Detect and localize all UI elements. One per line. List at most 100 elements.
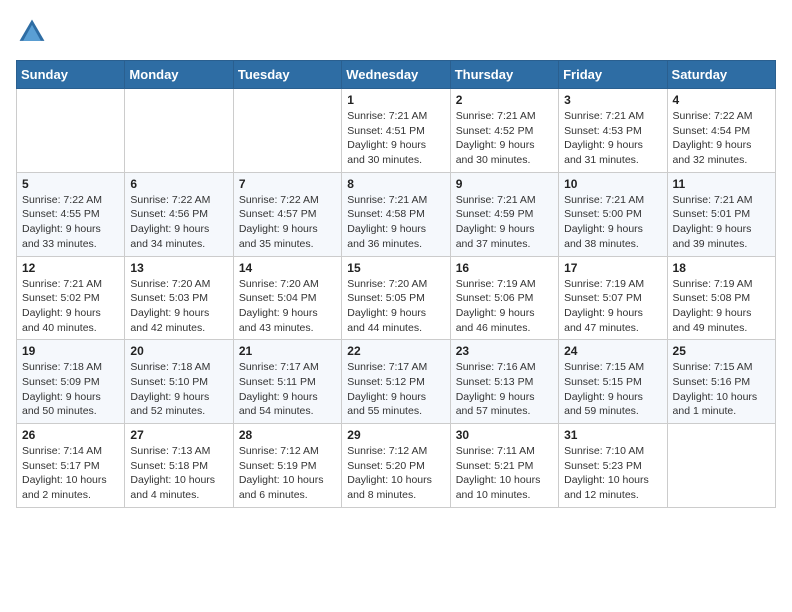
calendar-cell: 23 Sunrise: 7:16 AM Sunset: 5:13 PM Dayli… [450, 340, 558, 424]
calendar-cell: 16 Sunrise: 7:19 AM Sunset: 5:06 PM Dayli… [450, 256, 558, 340]
day-number: 16 [456, 261, 553, 275]
calendar-cell: 15 Sunrise: 7:20 AM Sunset: 5:05 PM Dayli… [342, 256, 450, 340]
day-info: Sunrise: 7:18 AM Sunset: 5:09 PM Dayligh… [22, 360, 119, 419]
day-number: 18 [673, 261, 770, 275]
day-info: Sunrise: 7:10 AM Sunset: 5:23 PM Dayligh… [564, 444, 661, 503]
day-number: 22 [347, 344, 444, 358]
calendar-week-row: 26 Sunrise: 7:14 AM Sunset: 5:17 PM Dayli… [17, 424, 776, 508]
calendar-cell: 21 Sunrise: 7:17 AM Sunset: 5:11 PM Dayli… [233, 340, 341, 424]
day-number: 30 [456, 428, 553, 442]
calendar-cell: 22 Sunrise: 7:17 AM Sunset: 5:12 PM Dayli… [342, 340, 450, 424]
calendar-cell: 14Sunrise: 7:20 AM Sunset: 5:04 PM Dayli… [233, 256, 341, 340]
day-number: 7 [239, 177, 336, 191]
day-info: Sunrise: 7:13 AM Sunset: 5:18 PM Dayligh… [130, 444, 227, 503]
day-info: Sunrise: 7:17 AM Sunset: 5:11 PM Dayligh… [239, 360, 336, 419]
calendar-week-row: 5Sunrise: 7:22 AM Sunset: 4:55 PM Daylig… [17, 172, 776, 256]
calendar-table: SundayMondayTuesdayWednesdayThursdayFrid… [16, 60, 776, 508]
day-number: 25 [673, 344, 770, 358]
day-number: 6 [130, 177, 227, 191]
calendar-cell: 24 Sunrise: 7:15 AM Sunset: 5:15 PM Dayli… [559, 340, 667, 424]
day-number: 1 [347, 93, 444, 107]
calendar-cell: 8Sunrise: 7:21 AM Sunset: 4:58 PM Daylig… [342, 172, 450, 256]
day-info: Sunrise: 7:11 AM Sunset: 5:21 PM Dayligh… [456, 444, 553, 503]
calendar-cell: 13 Sunrise: 7:20 AM Sunset: 5:03 PM Dayli… [125, 256, 233, 340]
calendar-cell: 30 Sunrise: 7:11 AM Sunset: 5:21 PM Dayli… [450, 424, 558, 508]
calendar-week-row: 12Sunrise: 7:21 AM Sunset: 5:02 PM Dayli… [17, 256, 776, 340]
day-info: Sunrise: 7:21 AM Sunset: 5:01 PM Dayligh… [673, 193, 770, 252]
day-info: Sunrise: 7:21 AM Sunset: 4:52 PM Dayligh… [456, 109, 553, 168]
day-info: Sunrise: 7:18 AM Sunset: 5:10 PM Dayligh… [130, 360, 227, 419]
day-info: Sunrise: 7:21 AM Sunset: 4:58 PM Dayligh… [347, 193, 444, 252]
day-number: 23 [456, 344, 553, 358]
calendar-cell: 6Sunrise: 7:22 AM Sunset: 4:56 PM Daylig… [125, 172, 233, 256]
day-info: Sunrise: 7:12 AM Sunset: 5:20 PM Dayligh… [347, 444, 444, 503]
day-number: 11 [673, 177, 770, 191]
day-number: 21 [239, 344, 336, 358]
day-number: 17 [564, 261, 661, 275]
weekday-header-monday: Monday [125, 61, 233, 89]
day-number: 19 [22, 344, 119, 358]
calendar-cell: 20 Sunrise: 7:18 AM Sunset: 5:10 PM Dayli… [125, 340, 233, 424]
day-info: Sunrise: 7:15 AM Sunset: 5:16 PM Dayligh… [673, 360, 770, 419]
calendar-cell: 31 Sunrise: 7:10 AM Sunset: 5:23 PM Dayli… [559, 424, 667, 508]
weekday-header-row: SundayMondayTuesdayWednesdayThursdayFrid… [17, 61, 776, 89]
weekday-header-saturday: Saturday [667, 61, 775, 89]
day-number: 12 [22, 261, 119, 275]
day-number: 5 [22, 177, 119, 191]
day-info: Sunrise: 7:20 AM Sunset: 5:05 PM Dayligh… [347, 277, 444, 336]
weekday-header-friday: Friday [559, 61, 667, 89]
day-number: 27 [130, 428, 227, 442]
day-info: Sunrise: 7:14 AM Sunset: 5:17 PM Dayligh… [22, 444, 119, 503]
calendar-cell: 10Sunrise: 7:21 AM Sunset: 5:00 PM Dayli… [559, 172, 667, 256]
day-number: 20 [130, 344, 227, 358]
day-info: Sunrise: 7:19 AM Sunset: 5:07 PM Dayligh… [564, 277, 661, 336]
calendar-cell: 4 Sunrise: 7:22 AM Sunset: 4:54 PM Daylig… [667, 89, 775, 173]
calendar-cell: 28 Sunrise: 7:12 AM Sunset: 5:19 PM Dayli… [233, 424, 341, 508]
weekday-header-sunday: Sunday [17, 61, 125, 89]
weekday-header-thursday: Thursday [450, 61, 558, 89]
day-info: Sunrise: 7:20 AM Sunset: 5:03 PM Dayligh… [130, 277, 227, 336]
calendar-cell: 12Sunrise: 7:21 AM Sunset: 5:02 PM Dayli… [17, 256, 125, 340]
day-number: 3 [564, 93, 661, 107]
day-number: 13 [130, 261, 227, 275]
day-info: Sunrise: 7:15 AM Sunset: 5:15 PM Dayligh… [564, 360, 661, 419]
calendar-cell: 5Sunrise: 7:22 AM Sunset: 4:55 PM Daylig… [17, 172, 125, 256]
calendar-cell: 7 Sunrise: 7:22 AM Sunset: 4:57 PM Daylig… [233, 172, 341, 256]
day-info: Sunrise: 7:19 AM Sunset: 5:08 PM Dayligh… [673, 277, 770, 336]
calendar-week-row: 19 Sunrise: 7:18 AM Sunset: 5:09 PM Dayli… [17, 340, 776, 424]
day-number: 15 [347, 261, 444, 275]
day-info: Sunrise: 7:19 AM Sunset: 5:06 PM Dayligh… [456, 277, 553, 336]
calendar-cell: 1Sunrise: 7:21 AM Sunset: 4:51 PM Daylig… [342, 89, 450, 173]
calendar-cell: 11 Sunrise: 7:21 AM Sunset: 5:01 PM Dayli… [667, 172, 775, 256]
day-number: 28 [239, 428, 336, 442]
page-header [16, 16, 776, 48]
calendar-cell [233, 89, 341, 173]
day-number: 9 [456, 177, 553, 191]
day-info: Sunrise: 7:16 AM Sunset: 5:13 PM Dayligh… [456, 360, 553, 419]
calendar-cell: 9Sunrise: 7:21 AM Sunset: 4:59 PM Daylig… [450, 172, 558, 256]
day-info: Sunrise: 7:22 AM Sunset: 4:57 PM Dayligh… [239, 193, 336, 252]
calendar-cell: 3Sunrise: 7:21 AM Sunset: 4:53 PM Daylig… [559, 89, 667, 173]
day-info: Sunrise: 7:21 AM Sunset: 5:00 PM Dayligh… [564, 193, 661, 252]
weekday-header-wednesday: Wednesday [342, 61, 450, 89]
calendar-cell [667, 424, 775, 508]
day-info: Sunrise: 7:17 AM Sunset: 5:12 PM Dayligh… [347, 360, 444, 419]
calendar-cell [17, 89, 125, 173]
calendar-cell: 25 Sunrise: 7:15 AM Sunset: 5:16 PM Dayli… [667, 340, 775, 424]
logo-icon [16, 16, 48, 48]
day-number: 31 [564, 428, 661, 442]
calendar-cell: 2Sunrise: 7:21 AM Sunset: 4:52 PM Daylig… [450, 89, 558, 173]
calendar-cell: 18 Sunrise: 7:19 AM Sunset: 5:08 PM Dayli… [667, 256, 775, 340]
logo [16, 16, 52, 48]
day-number: 24 [564, 344, 661, 358]
calendar-cell: 27 Sunrise: 7:13 AM Sunset: 5:18 PM Dayli… [125, 424, 233, 508]
calendar-cell: 26 Sunrise: 7:14 AM Sunset: 5:17 PM Dayli… [17, 424, 125, 508]
day-number: 4 [673, 93, 770, 107]
calendar-week-row: 1Sunrise: 7:21 AM Sunset: 4:51 PM Daylig… [17, 89, 776, 173]
calendar-cell: 17 Sunrise: 7:19 AM Sunset: 5:07 PM Dayli… [559, 256, 667, 340]
weekday-header-tuesday: Tuesday [233, 61, 341, 89]
day-info: Sunrise: 7:22 AM Sunset: 4:54 PM Dayligh… [673, 109, 770, 168]
day-number: 26 [22, 428, 119, 442]
calendar-cell [125, 89, 233, 173]
day-info: Sunrise: 7:12 AM Sunset: 5:19 PM Dayligh… [239, 444, 336, 503]
